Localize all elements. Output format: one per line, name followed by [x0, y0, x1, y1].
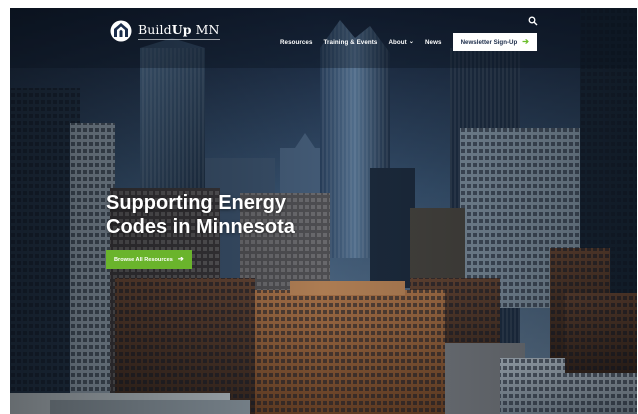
nav-item-training-events[interactable]: Training & Events [324, 39, 378, 46]
arrow-right-icon: ➔ [177, 256, 184, 263]
city-skyline-background [10, 8, 637, 414]
browse-resources-button[interactable]: Browse All Resources ➔ [106, 250, 192, 269]
brand-logo[interactable]: BuildUp MN [110, 20, 220, 42]
search-icon[interactable] [528, 16, 538, 26]
newsletter-signup-button[interactable]: Newsletter Sign-Up ➔ [452, 33, 537, 51]
hero-title: Supporting Energy Codes in Minnesota [106, 192, 295, 238]
page-frame: BuildUp MN Resources Training & Events A… [10, 8, 637, 414]
main-nav: Resources Training & Events About ⌄ News … [280, 33, 537, 51]
brand-name: BuildUp MN [138, 22, 220, 40]
nav-item-resources[interactable]: Resources [280, 39, 313, 46]
nav-item-news[interactable]: News [425, 39, 442, 46]
site-header: BuildUp MN Resources Training & Events A… [10, 8, 637, 68]
hero-section: Supporting Energy Codes in Minnesota Bro… [106, 191, 316, 269]
nav-item-about[interactable]: About ⌄ [388, 39, 414, 46]
chevron-down-icon: ⌄ [408, 39, 414, 45]
arrow-right-icon: ➔ [522, 37, 529, 46]
logo-mark-icon [110, 20, 132, 42]
